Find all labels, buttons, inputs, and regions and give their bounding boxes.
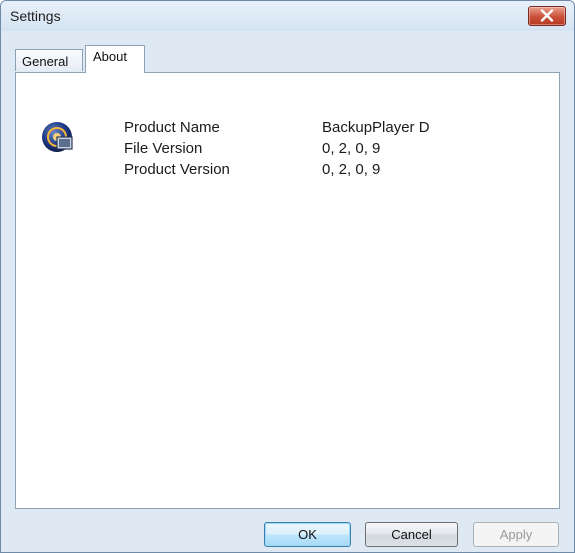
- tab-general[interactable]: General: [15, 49, 83, 71]
- product-name-label: Product Name: [124, 119, 220, 136]
- tab-about[interactable]: About: [85, 45, 145, 73]
- product-name-value: BackupPlayer D: [322, 119, 430, 136]
- close-button[interactable]: [528, 6, 566, 26]
- product-version-value: 0, 2, 0, 9: [322, 161, 381, 178]
- ok-button[interactable]: OK: [264, 522, 351, 547]
- window-title: Settings: [10, 8, 61, 24]
- cancel-button[interactable]: Cancel: [365, 522, 458, 547]
- file-version-label: File Version: [124, 140, 203, 157]
- apply-button[interactable]: Apply: [473, 522, 559, 547]
- file-version-value: 0, 2, 0, 9: [322, 140, 381, 157]
- settings-dialog: Settings General About Product Name Back…: [0, 0, 575, 553]
- product-version-label: Product Version: [124, 161, 230, 178]
- app-icon: [42, 122, 73, 152]
- about-panel: Product Name BackupPlayer D File Version…: [15, 72, 560, 509]
- close-icon: [540, 9, 554, 22]
- title-bar[interactable]: Settings: [1, 1, 574, 31]
